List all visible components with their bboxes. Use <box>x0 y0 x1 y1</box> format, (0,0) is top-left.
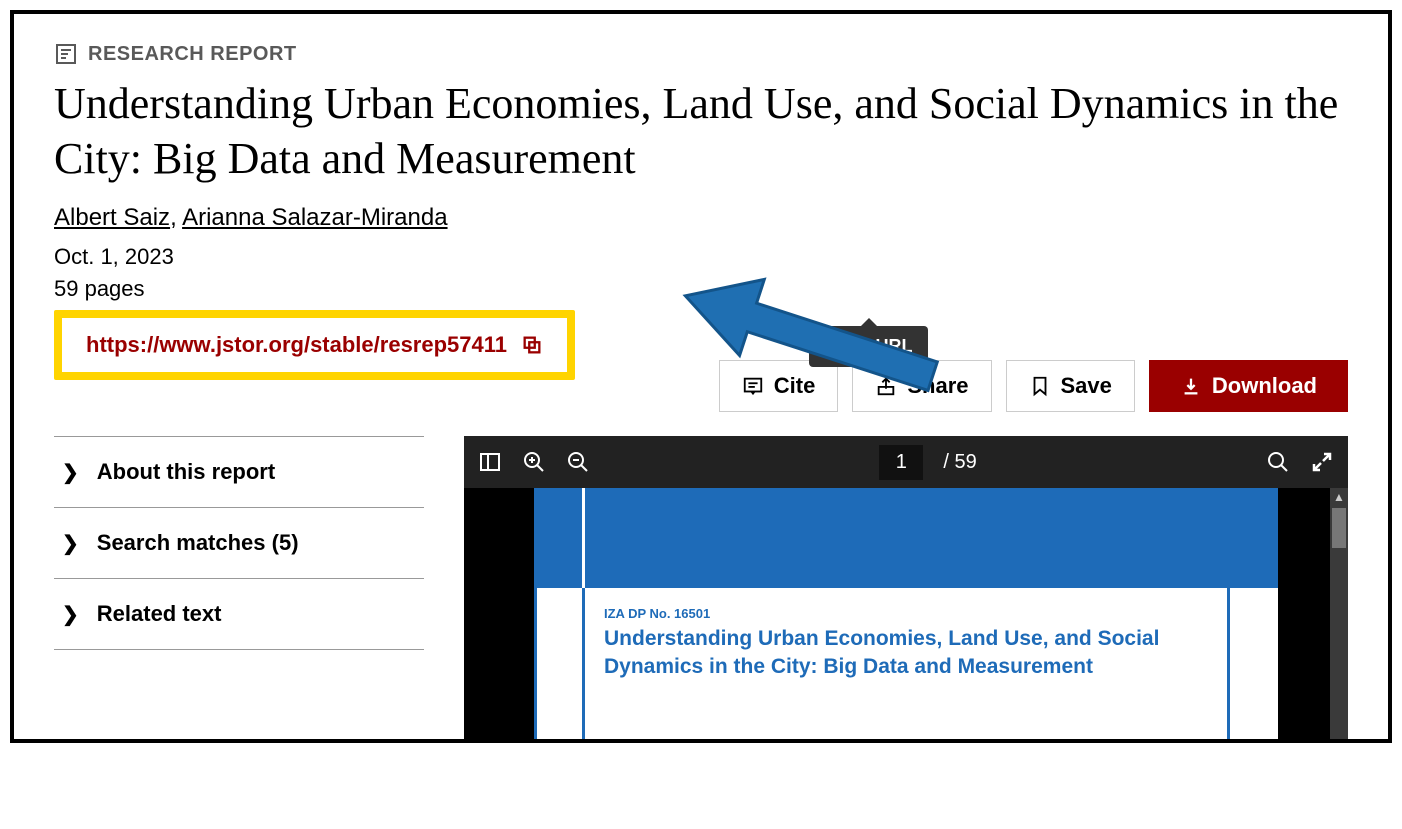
zoom-in-icon[interactable] <box>522 450 546 474</box>
author-link[interactable]: Albert Saiz <box>54 204 170 231</box>
copy-icon <box>521 334 543 356</box>
bookmark-icon <box>1029 375 1051 397</box>
stable-url-box[interactable]: https://www.jstor.org/stable/resrep57411 <box>62 318 567 372</box>
save-label: Save <box>1061 373 1112 399</box>
pdf-viewer: / 59 IZA DP No. 16501 Understanding Urba… <box>464 436 1348 739</box>
report-icon <box>54 42 78 66</box>
search-icon[interactable] <box>1266 450 1290 474</box>
stable-url-text: https://www.jstor.org/stable/resrep57411 <box>86 332 507 358</box>
download-icon <box>1180 375 1202 397</box>
sidebar-toggle-icon[interactable] <box>478 450 502 474</box>
publication-date: Oct. 1, 2023 <box>54 244 1348 270</box>
sidebar-item-about[interactable]: ❯ About this report <box>54 436 424 507</box>
zoom-out-icon[interactable] <box>566 450 590 474</box>
sidebar-item-label: Search matches (5) <box>97 530 299 556</box>
sidebar-item-label: Related text <box>97 601 222 627</box>
viewer-scrollbar[interactable]: ▲ <box>1330 488 1348 739</box>
save-button[interactable]: Save <box>1006 360 1135 412</box>
page-area[interactable]: IZA DP No. 16501 Understanding Urban Eco… <box>464 488 1348 739</box>
download-label: Download <box>1212 373 1317 399</box>
download-button[interactable]: Download <box>1149 360 1348 412</box>
scroll-thumb[interactable] <box>1332 508 1346 548</box>
content-row: ❯ About this report ❯ Search matches (5)… <box>54 436 1348 739</box>
chevron-right-icon: ❯ <box>62 531 79 556</box>
page-frame: RESEARCH REPORT Understanding Urban Econ… <box>10 10 1392 743</box>
iza-dp-number: IZA DP No. 16501 <box>604 606 1208 621</box>
author-link[interactable]: Arianna Salazar-Miranda <box>182 204 447 231</box>
page-total: / 59 <box>943 451 976 474</box>
viewer-toolbar: / 59 <box>464 436 1348 488</box>
annotation-arrow-icon <box>659 276 959 396</box>
sidebar-item-related[interactable]: ❯ Related text <box>54 578 424 650</box>
fullscreen-icon[interactable] <box>1310 450 1334 474</box>
pdf-page: IZA DP No. 16501 Understanding Urban Eco… <box>534 488 1278 739</box>
document-type-label: RESEARCH REPORT <box>88 43 297 66</box>
authors: Albert Saiz, Arianna Salazar-Miranda <box>54 204 1348 232</box>
document-type: RESEARCH REPORT <box>54 42 1348 66</box>
sidebar-item-label: About this report <box>97 459 275 485</box>
scroll-up-icon[interactable]: ▲ <box>1330 488 1348 506</box>
page-title: Understanding Urban Economies, Land Use,… <box>54 76 1348 186</box>
paper-title: Understanding Urban Economies, Land Use,… <box>604 625 1208 682</box>
stable-url-highlight: https://www.jstor.org/stable/resrep57411 <box>54 310 575 380</box>
sidebar: ❯ About this report ❯ Search matches (5)… <box>54 436 424 739</box>
chevron-right-icon: ❯ <box>62 602 79 627</box>
chevron-right-icon: ❯ <box>62 460 79 485</box>
sidebar-item-matches[interactable]: ❯ Search matches (5) <box>54 507 424 578</box>
page-number-input[interactable] <box>879 445 923 480</box>
